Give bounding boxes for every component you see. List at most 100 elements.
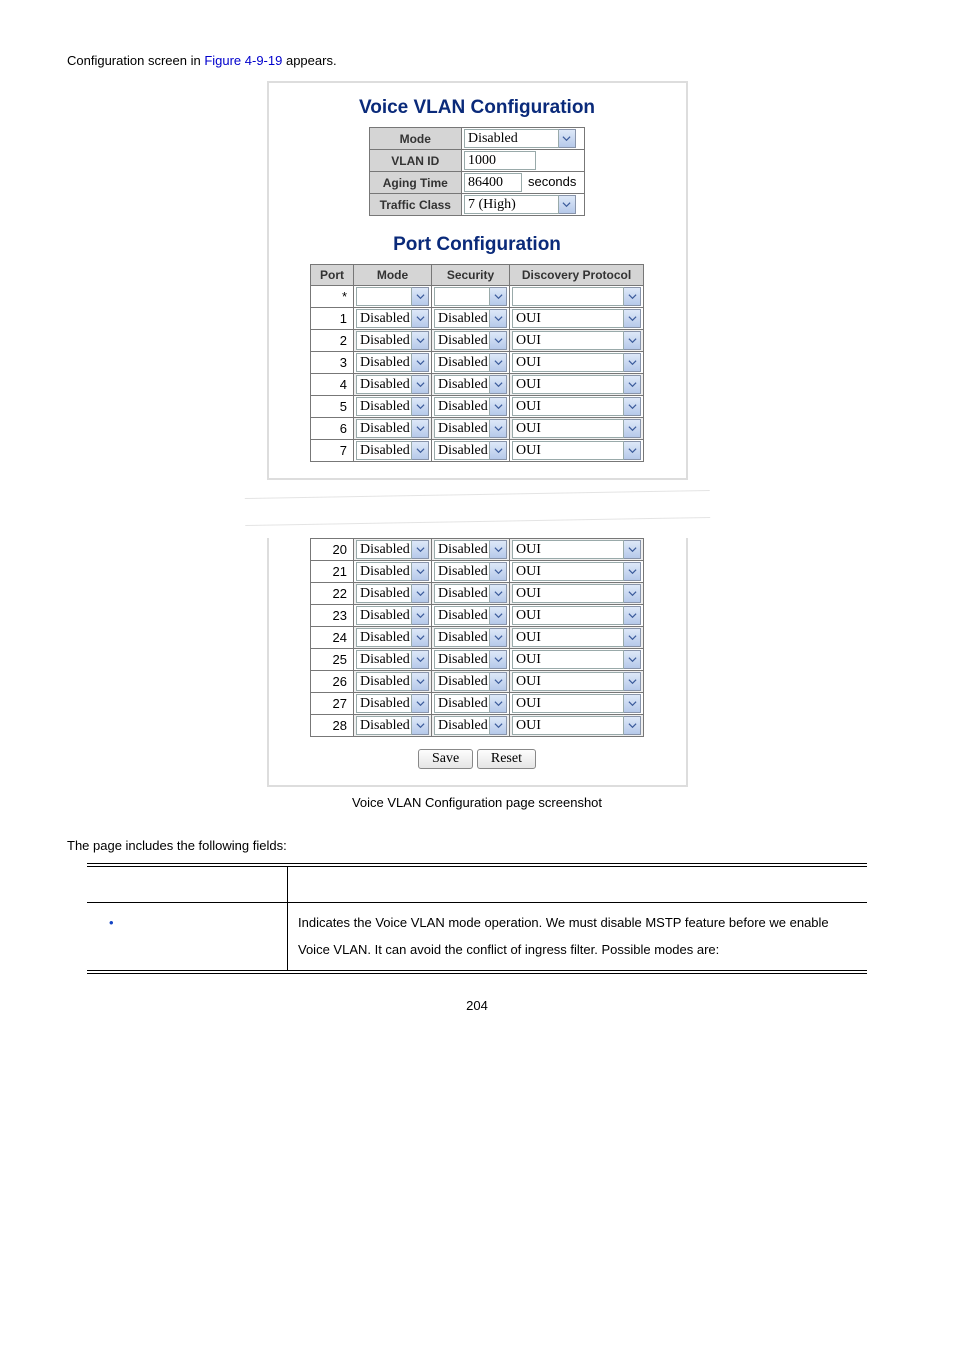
port-20-security-select-value: Disabled: [434, 540, 490, 559]
chevron-down-icon: [490, 606, 507, 625]
reset-button[interactable]: Reset: [477, 749, 536, 769]
port-27-mode-select-value: Disabled: [356, 694, 412, 713]
port-23-mode-select[interactable]: Disabled: [356, 606, 429, 625]
port-1-security-select[interactable]: Disabled: [434, 309, 507, 328]
port-20-mode-select[interactable]: Disabled: [356, 540, 429, 559]
port-2-security-select[interactable]: Disabled: [434, 331, 507, 350]
cfg-traffic-class-select-value: 7 (High): [464, 195, 559, 214]
chevron-down-icon: [559, 195, 576, 214]
screenshot-panel: Voice VLAN Configuration ModeDisabledVLA…: [267, 81, 688, 480]
port-header-discovery-protocol: Discovery Protocol: [510, 265, 644, 286]
screenshot-panel-lower: 20DisabledDisabledOUI21DisabledDisabledO…: [267, 538, 688, 787]
port-number: 4: [311, 374, 354, 396]
cfg-unit: seconds: [522, 174, 582, 189]
port-26-security-select[interactable]: Disabled: [434, 672, 507, 691]
port-5-mode-select[interactable]: Disabled: [356, 397, 429, 416]
port-3-discovery-select[interactable]: OUI: [512, 353, 641, 372]
cfg-traffic-class-select[interactable]: 7 (High): [464, 195, 576, 214]
port-6-mode-select-value: Disabled: [356, 419, 412, 438]
port-6-discovery-select[interactable]: OUI: [512, 419, 641, 438]
port-1-mode-select[interactable]: Disabled: [356, 309, 429, 328]
port-7-mode-select[interactable]: Disabled: [356, 441, 429, 460]
voice-vlan-config-table: ModeDisabledVLAN IDAging TimesecondsTraf…: [369, 127, 586, 216]
port-6-security-select[interactable]: Disabled: [434, 419, 507, 438]
port-21-discovery-select[interactable]: OUI: [512, 562, 641, 581]
port-24-security-select[interactable]: Disabled: [434, 628, 507, 647]
port-3-security-select[interactable]: Disabled: [434, 353, 507, 372]
chevron-down-icon: [490, 672, 507, 691]
port-22-discovery-select-value: OUI: [512, 584, 624, 603]
port-28-discovery-select[interactable]: OUI: [512, 716, 641, 735]
port-24-mode-select[interactable]: Disabled: [356, 628, 429, 647]
port-20-discovery-select[interactable]: OUI: [512, 540, 641, 559]
port-3-mode-select[interactable]: Disabled: [356, 353, 429, 372]
chevron-down-icon: [412, 331, 429, 350]
port-24-mode-select-value: Disabled: [356, 628, 412, 647]
port-25-mode-select[interactable]: Disabled: [356, 650, 429, 669]
chevron-down-icon: [624, 353, 641, 372]
port-header-port: Port: [311, 265, 354, 286]
chevron-down-icon: [490, 375, 507, 394]
port-*-mode-select[interactable]: [356, 287, 429, 306]
port-*-security-select[interactable]: [434, 287, 507, 306]
port-25-security-select[interactable]: Disabled: [434, 650, 507, 669]
port-25-discovery-select-value: OUI: [512, 650, 624, 669]
port-22-security-select[interactable]: Disabled: [434, 584, 507, 603]
port-config-table-bottom: 20DisabledDisabledOUI21DisabledDisabledO…: [310, 538, 644, 737]
port-4-security-select-value: Disabled: [434, 375, 490, 394]
port-25-discovery-select[interactable]: OUI: [512, 650, 641, 669]
port-4-mode-select[interactable]: Disabled: [356, 375, 429, 394]
cfg-vlan-id-input[interactable]: [464, 151, 536, 170]
port-7-security-select[interactable]: Disabled: [434, 441, 507, 460]
cfg-mode-select-value: Disabled: [464, 129, 559, 148]
chevron-down-icon: [412, 672, 429, 691]
port-23-security-select[interactable]: Disabled: [434, 606, 507, 625]
port-26-discovery-select[interactable]: OUI: [512, 672, 641, 691]
chevron-down-icon: [412, 650, 429, 669]
port-27-discovery-select[interactable]: OUI: [512, 694, 641, 713]
port-number: 2: [311, 330, 354, 352]
chevron-down-icon: [624, 397, 641, 416]
port-28-mode-select[interactable]: Disabled: [356, 716, 429, 735]
chevron-down-icon: [624, 716, 641, 735]
cfg-mode-select[interactable]: Disabled: [464, 129, 576, 148]
chevron-down-icon: [490, 650, 507, 669]
port-number: 1: [311, 308, 354, 330]
port-27-mode-select[interactable]: Disabled: [356, 694, 429, 713]
chevron-down-icon: [624, 287, 641, 306]
port-number: 5: [311, 396, 354, 418]
fields-header-object: [87, 865, 288, 903]
port-23-discovery-select[interactable]: OUI: [512, 606, 641, 625]
fields-table: • Indicates the Voice VLAN mode operatio…: [87, 863, 867, 974]
port-2-mode-select[interactable]: Disabled: [356, 331, 429, 350]
port-24-discovery-select[interactable]: OUI: [512, 628, 641, 647]
port-22-discovery-select[interactable]: OUI: [512, 584, 641, 603]
cfg-aging-time-input[interactable]: [464, 173, 522, 192]
port-26-mode-select[interactable]: Disabled: [356, 672, 429, 691]
port-7-discovery-select[interactable]: OUI: [512, 441, 641, 460]
port-4-security-select[interactable]: Disabled: [434, 375, 507, 394]
fields-header-desc: [288, 865, 868, 903]
chevron-down-icon: [412, 628, 429, 647]
port-4-discovery-select[interactable]: OUI: [512, 375, 641, 394]
save-button[interactable]: Save: [418, 749, 473, 769]
port-28-security-select[interactable]: Disabled: [434, 716, 507, 735]
port-22-mode-select[interactable]: Disabled: [356, 584, 429, 603]
port-5-security-select[interactable]: Disabled: [434, 397, 507, 416]
chevron-down-icon: [490, 694, 507, 713]
port-20-security-select[interactable]: Disabled: [434, 540, 507, 559]
port-27-security-select[interactable]: Disabled: [434, 694, 507, 713]
port-1-discovery-select[interactable]: OUI: [512, 309, 641, 328]
port-2-discovery-select[interactable]: OUI: [512, 331, 641, 350]
chevron-down-icon: [490, 584, 507, 603]
cfg-cell-traffic-class: 7 (High): [461, 194, 584, 216]
port-*-discovery-select[interactable]: [512, 287, 641, 306]
port-config-table-top: PortModeSecurityDiscovery Protocol*1Disa…: [310, 264, 644, 462]
chevron-down-icon: [624, 672, 641, 691]
port-5-discovery-select[interactable]: OUI: [512, 397, 641, 416]
port-6-mode-select[interactable]: Disabled: [356, 419, 429, 438]
figure-link[interactable]: Figure 4-9-19: [204, 53, 282, 68]
port-21-security-select[interactable]: Disabled: [434, 562, 507, 581]
chevron-down-icon: [412, 419, 429, 438]
port-21-mode-select[interactable]: Disabled: [356, 562, 429, 581]
